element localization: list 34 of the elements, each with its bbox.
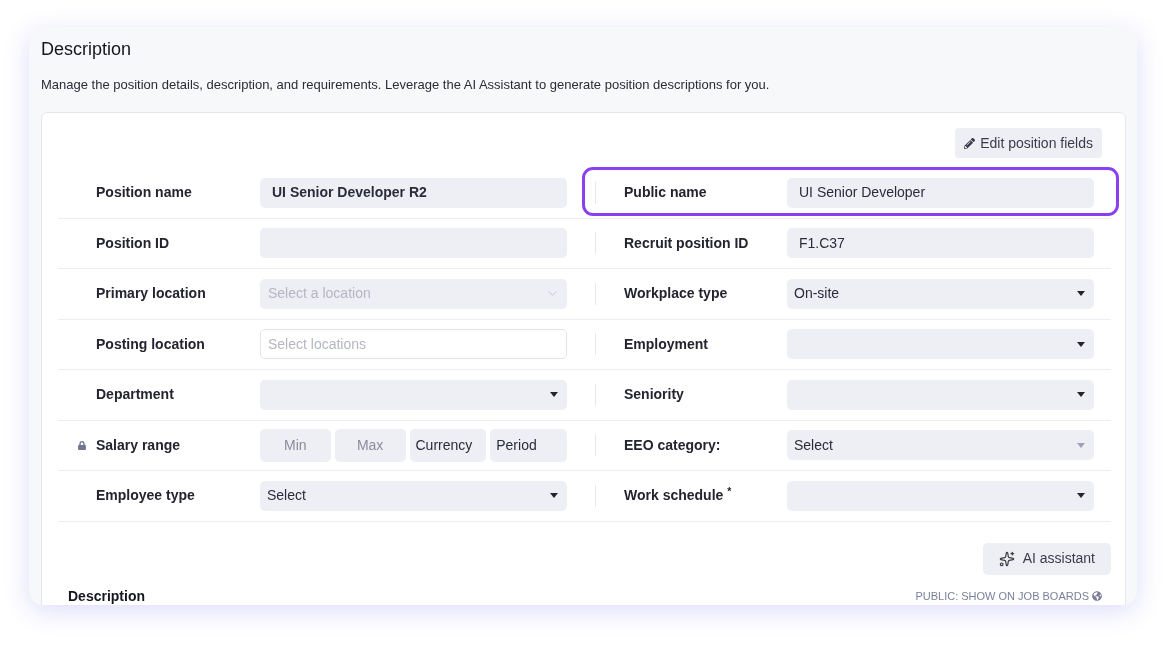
field-label: Position name xyxy=(96,183,193,203)
select-field[interactable]: Select xyxy=(260,480,567,511)
section-title: Description xyxy=(41,38,133,61)
select-field[interactable] xyxy=(260,379,567,410)
select-field[interactable] xyxy=(787,329,1094,360)
field-label: Public name xyxy=(624,183,708,203)
section-subtitle: Manage the position details, description, and requirements. Leverage the AI Assistant to generate position descriptions for you. xyxy=(41,76,771,94)
select-field[interactable]: Period xyxy=(490,428,567,462)
text-field[interactable]: UI Senior Developer xyxy=(787,177,1094,208)
select-field[interactable] xyxy=(787,480,1094,511)
select-field[interactable] xyxy=(787,379,1094,410)
field-label: Department xyxy=(96,385,175,405)
field-label: Employee type xyxy=(96,486,196,506)
field-label: Salary range xyxy=(96,435,182,455)
field-label: Work schedule $^{*}$ xyxy=(624,485,733,506)
field-label: Employment xyxy=(624,334,709,354)
field-label: Workplace type xyxy=(624,284,729,304)
visibility-label: PUBLIC: SHOW ON JOB BOARDS xyxy=(915,588,1089,604)
text-field[interactable]: UI Senior Developer R2 xyxy=(260,177,567,208)
field-label: Posting location xyxy=(96,334,206,354)
edit-position-fields-button[interactable]: Edit position fields xyxy=(955,128,1102,158)
text-field[interactable]: F1.C37 xyxy=(787,228,1094,259)
description-heading: Description xyxy=(68,586,145,605)
field-label: Recruit position ID xyxy=(624,233,750,253)
field-label: Seniority xyxy=(624,385,685,405)
field-label: Position ID xyxy=(96,233,171,253)
field-label: Primary location xyxy=(96,284,207,304)
select-field[interactable]: On-site xyxy=(787,278,1094,309)
sparkles-icon xyxy=(998,550,1015,567)
ai-assistant-button[interactable]: AI assistant xyxy=(982,542,1111,575)
pencil-icon xyxy=(964,137,976,149)
field-label: EEO category: xyxy=(624,435,722,455)
globe-icon[interactable] xyxy=(1092,591,1102,601)
select-field[interactable]: Currency xyxy=(409,428,487,462)
